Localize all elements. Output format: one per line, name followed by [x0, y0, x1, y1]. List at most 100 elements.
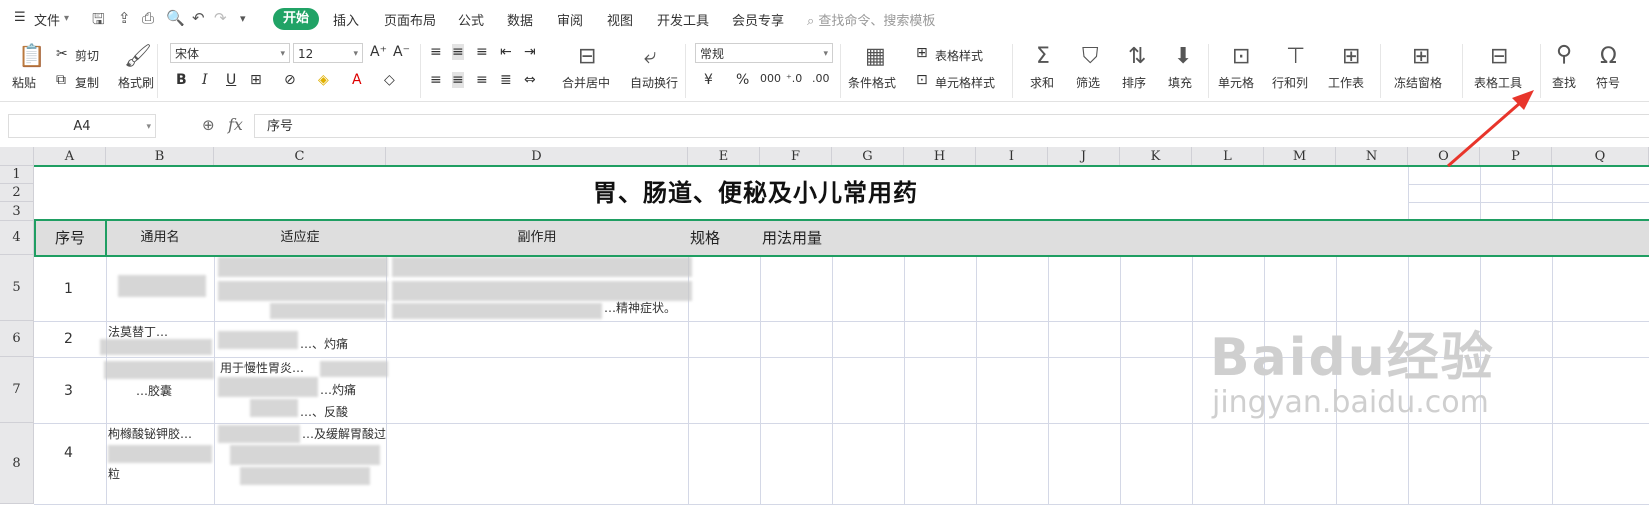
cell-side-1[interactable]: …精神症状。 — [604, 299, 676, 316]
print-preview-icon[interactable]: 🔍 — [166, 9, 185, 27]
filter-button[interactable]: 筛选 — [1076, 74, 1100, 91]
decrease-decimal-icon[interactable]: .00 — [812, 72, 830, 85]
indent-icon[interactable]: ⇥ — [524, 44, 536, 60]
row-header-3[interactable]: 3 — [0, 202, 34, 221]
sheet-button[interactable]: 工作表 — [1328, 74, 1364, 91]
column-header-l[interactable]: L — [1192, 147, 1264, 166]
column-header-m[interactable]: M — [1264, 147, 1336, 166]
decrease-font-icon[interactable]: A⁻ — [393, 44, 410, 60]
fill-button[interactable]: 填充 — [1168, 74, 1192, 91]
header-usage[interactable]: 用法用量 — [760, 221, 834, 255]
column-header-p[interactable]: P — [1480, 147, 1552, 166]
row-col-button[interactable]: 行和列 — [1272, 74, 1308, 91]
paste-icon[interactable]: 📋 — [18, 44, 45, 69]
thousands-icon[interactable]: 000 — [760, 72, 781, 85]
font-size-select[interactable]: 12 ▾ — [293, 43, 363, 63]
formula-input[interactable]: 序号 — [254, 114, 1649, 138]
currency-icon[interactable]: ¥ — [704, 72, 713, 88]
header-seq[interactable]: 序号 — [34, 221, 106, 255]
freeze-panes-button[interactable]: 冻结窗格 — [1394, 74, 1442, 91]
format-painter-icon[interactable]: 🖌 — [124, 44, 152, 69]
tab-data[interactable]: 数据 — [507, 10, 533, 29]
copy-button[interactable]: 复制 — [75, 74, 99, 91]
tab-home[interactable]: 开始 — [273, 8, 319, 30]
cell-seq-3[interactable]: 3 — [64, 383, 73, 399]
increase-decimal-icon[interactable]: ⁺.0 — [786, 72, 802, 85]
redo-icon[interactable]: ↷ — [214, 9, 227, 27]
cell-seq-1[interactable]: 1 — [64, 281, 73, 297]
format-painter-button[interactable]: 格式刷 — [118, 74, 154, 91]
cell-button[interactable]: 单元格 — [1218, 74, 1254, 91]
cell-indication-4[interactable]: …及缓解胃酸过 — [302, 425, 386, 442]
column-header-q[interactable]: Q — [1552, 147, 1649, 166]
chevron-down-icon[interactable]: ▾ — [64, 13, 69, 24]
cell-name-2[interactable]: 法莫替丁… — [108, 323, 168, 340]
increase-font-icon[interactable]: A⁺ — [370, 44, 387, 60]
conditional-format-button[interactable]: 条件格式 — [848, 74, 896, 91]
print-icon[interactable]: ⎙ — [142, 9, 154, 27]
tab-view[interactable]: 视图 — [607, 10, 633, 29]
row-col-icon[interactable]: ⊤ — [1286, 44, 1305, 69]
cut-icon[interactable]: ✂ — [56, 46, 68, 62]
row-header-6[interactable]: 6 — [0, 321, 34, 357]
outdent-icon[interactable]: ⇤ — [500, 44, 512, 60]
sum-icon[interactable]: Σ — [1036, 44, 1050, 69]
align-right-icon[interactable]: ≡ — [476, 72, 488, 88]
cell-indication-3[interactable]: 用于慢性胃炎… — [220, 359, 304, 376]
customize-icon[interactable]: ▾ — [240, 12, 246, 25]
cell-name-4[interactable]: 枸橼酸铋钾胶… — [108, 425, 192, 442]
find-button[interactable]: 查找 — [1552, 74, 1576, 91]
strikethrough-icon[interactable]: ⊘ — [284, 72, 296, 88]
column-header-a[interactable]: A — [34, 147, 106, 166]
sort-icon[interactable]: ⇅ — [1128, 44, 1146, 69]
name-box[interactable]: A4 ▾ — [8, 114, 156, 138]
column-header-g[interactable]: G — [832, 147, 904, 166]
column-header-h[interactable]: H — [904, 147, 976, 166]
cell-style-button[interactable]: 单元格样式 — [935, 74, 995, 91]
align-top-icon[interactable]: ≡ — [430, 44, 442, 60]
file-menu[interactable]: 文件 — [34, 10, 60, 29]
tab-page-layout[interactable]: 页面布局 — [384, 10, 436, 29]
tab-member[interactable]: 会员专享 — [732, 10, 784, 29]
column-header-c[interactable]: C — [214, 147, 386, 166]
save-icon[interactable]: 🖫 — [92, 9, 105, 34]
distributed-icon[interactable]: ⇔ — [524, 72, 536, 88]
header-side-effect[interactable]: 副作用 — [386, 221, 688, 255]
tab-insert[interactable]: 插入 — [333, 10, 359, 29]
select-all-corner[interactable] — [0, 147, 34, 166]
search-command[interactable]: ⌕ 查找命令、搜索模板 — [807, 10, 935, 29]
sheet-icon[interactable]: ⊞ — [1342, 44, 1360, 69]
table-tools-icon[interactable]: ⊟ — [1490, 44, 1508, 69]
table-tools-button[interactable]: 表格工具 — [1474, 74, 1522, 91]
clear-format-icon[interactable]: ◇ — [384, 72, 395, 88]
header-spec[interactable]: 规格 — [688, 221, 762, 255]
cut-button[interactable]: 剪切 — [75, 47, 99, 64]
row-header-5[interactable]: 5 — [0, 255, 34, 321]
copy-icon[interactable]: ⧉ — [56, 72, 66, 88]
sort-button[interactable]: 排序 — [1122, 74, 1146, 91]
font-color-icon[interactable]: A — [352, 72, 362, 88]
column-header-o[interactable]: O — [1408, 147, 1480, 166]
tab-review[interactable]: 审阅 — [557, 10, 583, 29]
column-header-b[interactable]: B — [106, 147, 214, 166]
cell-seq-4[interactable]: 4 — [64, 445, 73, 461]
cell-style-icon[interactable]: ⊡ — [916, 72, 928, 88]
row-header-2[interactable]: 2 — [0, 184, 34, 202]
export-icon[interactable]: ⇪ — [118, 9, 131, 27]
merge-icon[interactable]: ⊟ — [578, 44, 596, 69]
cell-name-3[interactable]: …胶囊 — [136, 382, 172, 399]
percent-icon[interactable]: % — [736, 72, 749, 88]
column-header-d[interactable]: D — [386, 147, 688, 166]
wrap-text-icon[interactable]: ⤶ — [644, 44, 656, 69]
row-header-8[interactable]: 8 — [0, 423, 34, 504]
find-icon[interactable]: ⚲ — [1556, 42, 1572, 67]
sum-button[interactable]: 求和 — [1030, 74, 1054, 91]
tab-developer[interactable]: 开发工具 — [657, 10, 709, 29]
spreadsheet-grid[interactable]: ABCDEFGHIJKLMNOPQ 12345678 胃、肠道、便秘及小儿常用药… — [0, 147, 1649, 505]
freeze-panes-icon[interactable]: ⊞ — [1412, 44, 1430, 69]
column-header-i[interactable]: I — [976, 147, 1048, 166]
menu-icon[interactable]: ☰ — [14, 10, 26, 25]
table-style-button[interactable]: 表格样式 — [935, 47, 983, 64]
wrap-text-button[interactable]: 自动换行 — [630, 74, 678, 91]
header-indication[interactable]: 适应症 — [214, 221, 386, 255]
